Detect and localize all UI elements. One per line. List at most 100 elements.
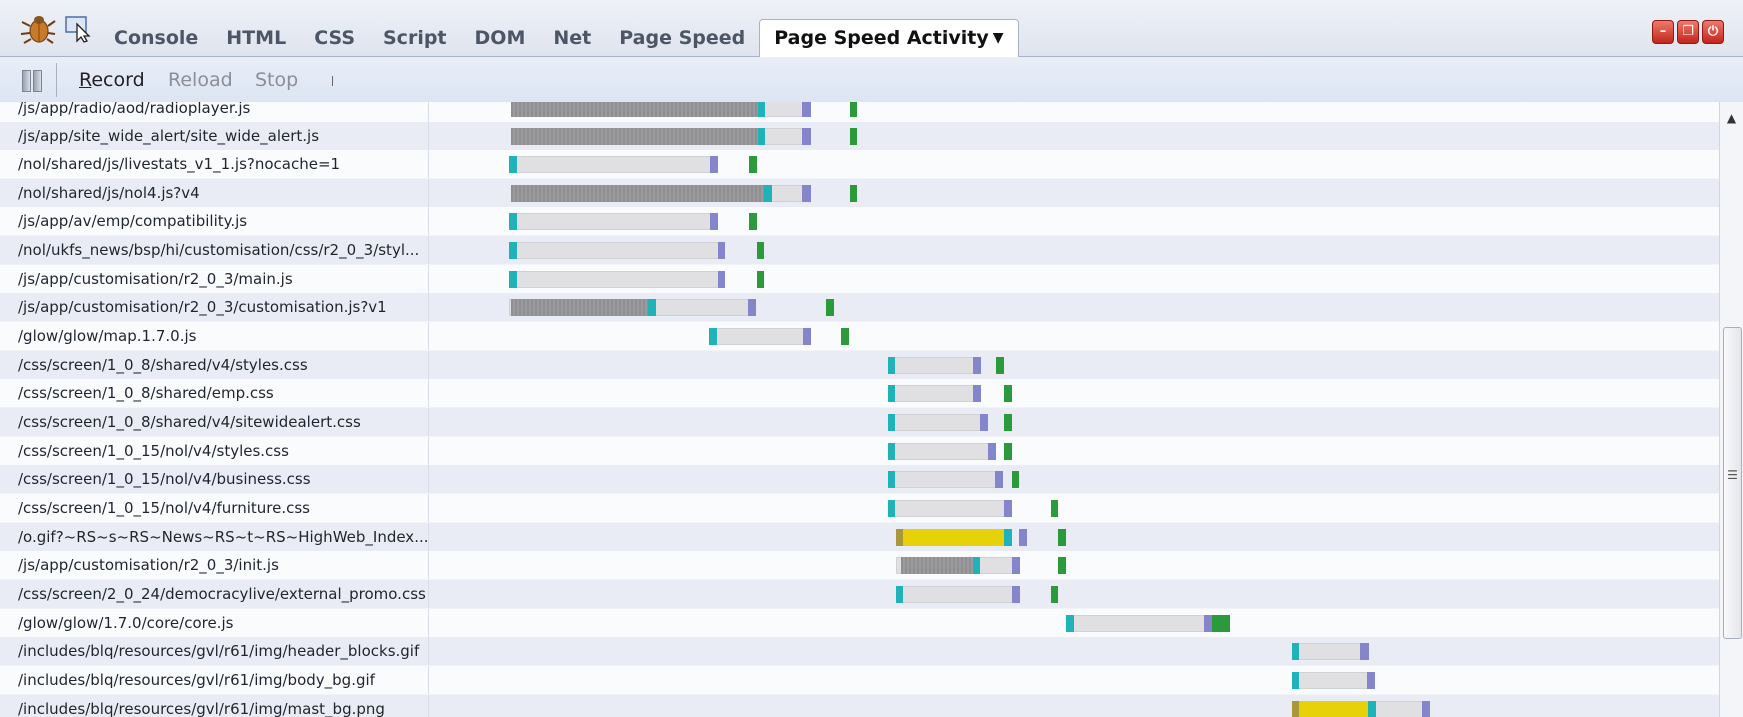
reload-button[interactable]: Reload — [168, 68, 233, 92]
table-row[interactable]: /js/app/radio/aod/radioplayer.js — [0, 102, 1720, 123]
timeline-green-segment — [1051, 500, 1058, 517]
tab-net[interactable]: Net — [539, 20, 605, 56]
resource-url: /css/screen/1_0_8/shared/v4/styles.css — [18, 351, 429, 379]
timeline-cyan-segment — [973, 557, 980, 574]
table-row[interactable]: /css/screen/1_0_8/shared/emp.css — [0, 379, 1720, 408]
timeline-purple-segment — [980, 414, 988, 431]
table-row[interactable]: /o.gif?~RS~s~RS~News~RS~t~RS~HighWeb_Ind… — [0, 523, 1720, 552]
tab-console[interactable]: Console — [100, 20, 212, 56]
resource-url: /js/app/av/emp/compatibility.js — [18, 207, 429, 235]
stop-button[interactable]: Stop — [255, 68, 298, 92]
table-row[interactable]: /includes/blq/resources/gvl/r61/img/body… — [0, 666, 1720, 695]
timeline-gray-segment — [888, 385, 978, 402]
timeline-gray-segment — [888, 500, 1008, 517]
toolbar-divider — [56, 63, 57, 97]
panel-tabs: Console HTML CSS Script DOM Net Page Spe… — [100, 18, 1019, 57]
timeline-purple-segment — [1019, 529, 1027, 546]
timeline-green-segment — [850, 102, 857, 117]
timeline-green-segment — [1058, 557, 1066, 574]
tab-html[interactable]: HTML — [212, 20, 300, 56]
tab-dom[interactable]: DOM — [461, 20, 540, 56]
chevron-down-icon[interactable]: ▼ — [993, 20, 1004, 56]
timeline-marker — [332, 76, 333, 86]
table-row[interactable]: /js/app/customisation/r2_0_3/customisati… — [0, 293, 1720, 322]
tab-page-speed-activity[interactable]: Page Speed Activity ▼ — [759, 19, 1019, 57]
timeline-cyan-segment — [758, 128, 765, 145]
table-row[interactable]: /css/screen/1_0_15/nol/v4/business.css — [0, 465, 1720, 494]
tab-css[interactable]: CSS — [300, 20, 369, 56]
timeline-cyan-segment — [758, 102, 765, 117]
timeline-purple-segment — [973, 385, 981, 402]
timeline-purple-segment — [973, 357, 981, 374]
timeline-cyan-segment — [509, 213, 517, 230]
timeline-green-segment — [749, 156, 757, 173]
table-row[interactable]: /nol/ukfs_news/bsp/hi/customisation/css/… — [0, 236, 1720, 265]
resource-url: /glow/glow/1.7.0/core/core.js — [18, 609, 429, 637]
inspect-element-icon[interactable] — [64, 15, 94, 43]
resource-url: /css/screen/1_0_8/shared/emp.css — [18, 379, 429, 407]
table-row[interactable]: /css/screen/2_0_24/democracylive/externa… — [0, 580, 1720, 609]
scroll-up-icon[interactable]: ▲ — [1720, 106, 1743, 130]
resource-url: /js/app/radio/aod/radioplayer.js — [18, 102, 429, 122]
timeline-purple-segment — [1004, 500, 1012, 517]
table-row[interactable]: /nol/shared/js/nol4.js?v4 — [0, 179, 1720, 208]
resource-url: /js/app/customisation/r2_0_3/init.js — [18, 551, 429, 579]
table-row[interactable]: /css/screen/1_0_15/nol/v4/furniture.css — [0, 494, 1720, 523]
resource-timeline-list: /js/app/radio/aod/radioplayer.js/js/app/… — [0, 102, 1720, 717]
pause-icon[interactable] — [22, 68, 44, 92]
timeline-purple-segment — [802, 128, 811, 145]
tab-script[interactable]: Script — [369, 20, 461, 56]
resource-url: /includes/blq/resources/gvl/r61/img/mast… — [18, 695, 429, 717]
resource-url: /nol/shared/js/livestats_v1_1.js?nocache… — [18, 150, 429, 178]
resource-url: /includes/blq/resources/gvl/r61/img/body… — [18, 666, 429, 694]
table-row[interactable]: /includes/blq/resources/gvl/r61/img/mast… — [0, 695, 1720, 717]
tab-page-speed-activity-label: Page Speed Activity — [774, 27, 989, 49]
tab-page-speed[interactable]: Page Speed — [605, 20, 759, 56]
scrollbar-thumb[interactable]: ☰ — [1723, 327, 1742, 639]
table-row[interactable]: /css/screen/1_0_8/shared/v4/styles.css — [0, 351, 1720, 380]
timeline-green-segment — [757, 242, 764, 259]
timeline-cyan-segment — [1066, 615, 1074, 632]
timeline-green-segment — [1004, 443, 1012, 460]
activity-toolbar: Record Reload Stop — [0, 57, 1743, 103]
table-row[interactable]: /js/app/customisation/r2_0_3/main.js — [0, 265, 1720, 294]
timeline-gray-segment — [509, 271, 722, 288]
timeline-purple-segment — [710, 213, 718, 230]
close-icon[interactable]: ⏻ — [1702, 20, 1724, 44]
resource-url: /nol/shared/js/nol4.js?v4 — [18, 179, 429, 207]
timeline-gray-segment — [709, 328, 807, 345]
timeline-purple-segment — [718, 271, 725, 288]
table-row[interactable]: /css/screen/1_0_15/nol/v4/styles.css — [0, 437, 1720, 466]
table-row[interactable]: /js/app/av/emp/compatibility.js — [0, 207, 1720, 236]
table-row[interactable]: /css/screen/1_0_8/shared/v4/sitewidealer… — [0, 408, 1720, 437]
resource-url: /nol/ukfs_news/bsp/hi/customisation/css/… — [18, 236, 429, 264]
vertical-scrollbar[interactable]: ▲ ☰ — [1719, 102, 1743, 717]
timeline-cyan-segment — [509, 271, 517, 288]
firebug-window: Console HTML CSS Script DOM Net Page Spe… — [0, 0, 1743, 717]
grip-icon: ☰ — [1727, 468, 1738, 482]
table-row[interactable]: /js/app/customisation/r2_0_3/init.js — [0, 551, 1720, 580]
minimize-icon[interactable]: – — [1652, 20, 1674, 44]
timeline-green-segment — [1212, 615, 1230, 632]
timeline-green-segment — [749, 213, 757, 230]
table-row[interactable]: /glow/glow/map.1.7.0.js — [0, 322, 1720, 351]
table-row[interactable]: /nol/shared/js/livestats_v1_1.js?nocache… — [0, 150, 1720, 179]
timeline-purple-segment — [802, 102, 811, 117]
resource-url: /css/screen/1_0_15/nol/v4/business.css — [18, 465, 429, 493]
record-button[interactable]: Record — [79, 68, 145, 92]
resource-url: /js/app/site_wide_alert/site_wide_alert.… — [18, 122, 429, 150]
timeline-gray-segment — [1292, 643, 1365, 660]
timeline-dark-segment — [511, 128, 762, 145]
table-row[interactable]: /js/app/site_wide_alert/site_wide_alert.… — [0, 122, 1720, 151]
restore-icon[interactable]: ❐ — [1677, 20, 1699, 44]
timeline-green-segment — [1058, 529, 1066, 546]
timeline-purple-segment — [1360, 643, 1369, 660]
timeline-yellow-segment — [903, 529, 1004, 546]
timeline-gray-segment — [509, 156, 716, 173]
resource-url: /o.gif?~RS~s~RS~News~RS~t~RS~HighWeb_Ind… — [18, 523, 429, 551]
firebug-icon[interactable] — [20, 12, 56, 44]
table-row[interactable]: /glow/glow/1.7.0/core/core.js — [0, 609, 1720, 638]
timeline-gray-segment — [888, 471, 999, 488]
table-row[interactable]: /includes/blq/resources/gvl/r61/img/head… — [0, 637, 1720, 666]
timeline-cyan-segment — [888, 385, 895, 402]
